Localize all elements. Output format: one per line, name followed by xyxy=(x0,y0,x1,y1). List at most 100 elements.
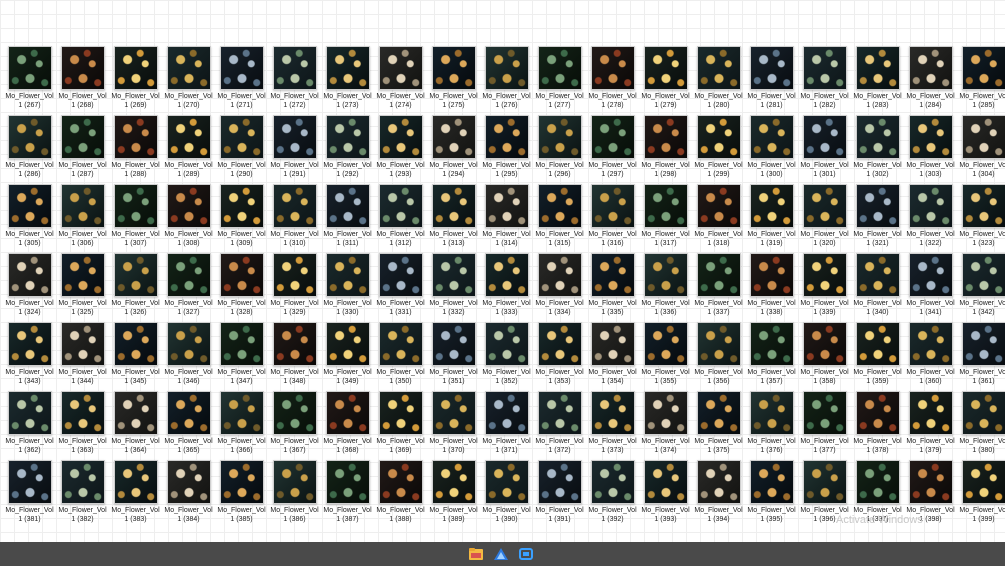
file-item[interactable]: Mo_Flower_Vol 1 (391) xyxy=(533,458,586,527)
file-item[interactable]: Mo_Flower_Vol 1 (276) xyxy=(480,44,533,113)
file-item[interactable]: Mo_Flower_Vol 1 (292) xyxy=(321,113,374,182)
file-item[interactable]: Mo_Flower_Vol 1 (344) xyxy=(56,320,109,389)
file-item[interactable]: Mo_Flower_Vol 1 (382) xyxy=(56,458,109,527)
file-item[interactable]: Mo_Flower_Vol 1 (356) xyxy=(692,320,745,389)
file-item[interactable]: Mo_Flower_Vol 1 (315) xyxy=(533,182,586,251)
file-item[interactable]: Mo_Flower_Vol 1 (364) xyxy=(109,389,162,458)
file-item[interactable]: Mo_Flower_Vol 1 (304) xyxy=(957,113,1005,182)
file-item[interactable]: Mo_Flower_Vol 1 (268) xyxy=(56,44,109,113)
file-item[interactable]: Mo_Flower_Vol 1 (313) xyxy=(427,182,480,251)
file-item[interactable]: Mo_Flower_Vol 1 (301) xyxy=(798,113,851,182)
file-item[interactable]: Mo_Flower_Vol 1 (347) xyxy=(215,320,268,389)
file-item[interactable]: Mo_Flower_Vol 1 (329) xyxy=(268,251,321,320)
file-item[interactable]: Mo_Flower_Vol 1 (286) xyxy=(3,113,56,182)
file-item[interactable]: Mo_Flower_Vol 1 (399) xyxy=(957,458,1005,527)
file-item[interactable]: Mo_Flower_Vol 1 (373) xyxy=(586,389,639,458)
file-item[interactable]: Mo_Flower_Vol 1 (320) xyxy=(798,182,851,251)
file-item[interactable]: Mo_Flower_Vol 1 (285) xyxy=(957,44,1005,113)
file-item[interactable]: Mo_Flower_Vol 1 (393) xyxy=(639,458,692,527)
file-item[interactable]: Mo_Flower_Vol 1 (384) xyxy=(162,458,215,527)
file-item[interactable]: Mo_Flower_Vol 1 (334) xyxy=(533,251,586,320)
file-item[interactable]: Mo_Flower_Vol 1 (317) xyxy=(639,182,692,251)
file-item[interactable]: Mo_Flower_Vol 1 (274) xyxy=(374,44,427,113)
file-item[interactable]: Mo_Flower_Vol 1 (351) xyxy=(427,320,480,389)
file-item[interactable]: Mo_Flower_Vol 1 (297) xyxy=(586,113,639,182)
file-item[interactable]: Mo_Flower_Vol 1 (337) xyxy=(692,251,745,320)
file-item[interactable]: Mo_Flower_Vol 1 (343) xyxy=(3,320,56,389)
file-item[interactable]: Mo_Flower_Vol 1 (316) xyxy=(586,182,639,251)
file-item[interactable]: Mo_Flower_Vol 1 (365) xyxy=(162,389,215,458)
file-item[interactable]: Mo_Flower_Vol 1 (348) xyxy=(268,320,321,389)
file-item[interactable]: Mo_Flower_Vol 1 (375) xyxy=(692,389,745,458)
file-item[interactable]: Mo_Flower_Vol 1 (360) xyxy=(904,320,957,389)
file-item[interactable]: Mo_Flower_Vol 1 (311) xyxy=(321,182,374,251)
file-item[interactable]: Mo_Flower_Vol 1 (323) xyxy=(957,182,1005,251)
file-item[interactable]: Mo_Flower_Vol 1 (369) xyxy=(374,389,427,458)
file-item[interactable]: Mo_Flower_Vol 1 (294) xyxy=(427,113,480,182)
file-item[interactable]: Mo_Flower_Vol 1 (368) xyxy=(321,389,374,458)
file-item[interactable]: Mo_Flower_Vol 1 (331) xyxy=(374,251,427,320)
file-item[interactable]: Mo_Flower_Vol 1 (273) xyxy=(321,44,374,113)
file-item[interactable]: Mo_Flower_Vol 1 (354) xyxy=(586,320,639,389)
file-item[interactable]: Mo_Flower_Vol 1 (362) xyxy=(3,389,56,458)
file-item[interactable]: Mo_Flower_Vol 1 (367) xyxy=(268,389,321,458)
file-item[interactable]: Mo_Flower_Vol 1 (359) xyxy=(851,320,904,389)
file-item[interactable]: Mo_Flower_Vol 1 (389) xyxy=(427,458,480,527)
file-item[interactable]: Mo_Flower_Vol 1 (281) xyxy=(745,44,798,113)
file-item[interactable]: Mo_Flower_Vol 1 (394) xyxy=(692,458,745,527)
file-item[interactable]: Mo_Flower_Vol 1 (371) xyxy=(480,389,533,458)
file-item[interactable]: Mo_Flower_Vol 1 (278) xyxy=(586,44,639,113)
file-item[interactable]: Mo_Flower_Vol 1 (387) xyxy=(321,458,374,527)
file-item[interactable]: Mo_Flower_Vol 1 (309) xyxy=(215,182,268,251)
file-item[interactable]: Mo_Flower_Vol 1 (341) xyxy=(904,251,957,320)
file-item[interactable]: Mo_Flower_Vol 1 (345) xyxy=(109,320,162,389)
file-item[interactable]: Mo_Flower_Vol 1 (284) xyxy=(904,44,957,113)
file-item[interactable]: Mo_Flower_Vol 1 (340) xyxy=(851,251,904,320)
file-item[interactable]: Mo_Flower_Vol 1 (383) xyxy=(109,458,162,527)
file-item[interactable]: Mo_Flower_Vol 1 (355) xyxy=(639,320,692,389)
file-item[interactable]: Mo_Flower_Vol 1 (287) xyxy=(56,113,109,182)
file-item[interactable]: Mo_Flower_Vol 1 (310) xyxy=(268,182,321,251)
screen-capture-icon[interactable] xyxy=(518,546,534,562)
file-item[interactable]: Mo_Flower_Vol 1 (377) xyxy=(798,389,851,458)
file-item[interactable]: Mo_Flower_Vol 1 (378) xyxy=(851,389,904,458)
file-item[interactable]: Mo_Flower_Vol 1 (385) xyxy=(215,458,268,527)
file-item[interactable]: Mo_Flower_Vol 1 (335) xyxy=(586,251,639,320)
file-item[interactable]: Mo_Flower_Vol 1 (342) xyxy=(957,251,1005,320)
file-item[interactable]: Mo_Flower_Vol 1 (376) xyxy=(745,389,798,458)
file-item[interactable]: Mo_Flower_Vol 1 (333) xyxy=(480,251,533,320)
file-item[interactable]: Mo_Flower_Vol 1 (293) xyxy=(374,113,427,182)
file-item[interactable]: Mo_Flower_Vol 1 (282) xyxy=(798,44,851,113)
file-item[interactable]: Mo_Flower_Vol 1 (307) xyxy=(109,182,162,251)
file-item[interactable]: Mo_Flower_Vol 1 (370) xyxy=(427,389,480,458)
file-item[interactable]: Mo_Flower_Vol 1 (374) xyxy=(639,389,692,458)
file-item[interactable]: Mo_Flower_Vol 1 (299) xyxy=(692,113,745,182)
file-item[interactable]: Mo_Flower_Vol 1 (380) xyxy=(957,389,1005,458)
file-item[interactable]: Mo_Flower_Vol 1 (288) xyxy=(109,113,162,182)
file-item[interactable]: Mo_Flower_Vol 1 (381) xyxy=(3,458,56,527)
file-item[interactable]: Mo_Flower_Vol 1 (322) xyxy=(904,182,957,251)
file-item[interactable]: Mo_Flower_Vol 1 (270) xyxy=(162,44,215,113)
file-item[interactable]: Mo_Flower_Vol 1 (296) xyxy=(533,113,586,182)
file-item[interactable]: Mo_Flower_Vol 1 (271) xyxy=(215,44,268,113)
file-item[interactable]: Mo_Flower_Vol 1 (277) xyxy=(533,44,586,113)
file-item[interactable]: Mo_Flower_Vol 1 (326) xyxy=(109,251,162,320)
file-item[interactable]: Mo_Flower_Vol 1 (269) xyxy=(109,44,162,113)
file-item[interactable]: Mo_Flower_Vol 1 (303) xyxy=(904,113,957,182)
file-item[interactable]: Mo_Flower_Vol 1 (279) xyxy=(639,44,692,113)
file-item[interactable]: Mo_Flower_Vol 1 (295) xyxy=(480,113,533,182)
file-item[interactable]: Mo_Flower_Vol 1 (283) xyxy=(851,44,904,113)
file-explorer-icon[interactable] xyxy=(468,546,484,562)
file-item[interactable]: Mo_Flower_Vol 1 (312) xyxy=(374,182,427,251)
file-item[interactable]: Mo_Flower_Vol 1 (358) xyxy=(798,320,851,389)
file-item[interactable]: Mo_Flower_Vol 1 (275) xyxy=(427,44,480,113)
file-item[interactable]: Mo_Flower_Vol 1 (327) xyxy=(162,251,215,320)
file-item[interactable]: Mo_Flower_Vol 1 (352) xyxy=(480,320,533,389)
file-item[interactable]: Mo_Flower_Vol 1 (363) xyxy=(56,389,109,458)
file-item[interactable]: Mo_Flower_Vol 1 (318) xyxy=(692,182,745,251)
file-item[interactable]: Mo_Flower_Vol 1 (379) xyxy=(904,389,957,458)
file-item[interactable]: Mo_Flower_Vol 1 (289) xyxy=(162,113,215,182)
file-item[interactable]: Mo_Flower_Vol 1 (349) xyxy=(321,320,374,389)
file-item[interactable]: Mo_Flower_Vol 1 (361) xyxy=(957,320,1005,389)
file-item[interactable]: Mo_Flower_Vol 1 (330) xyxy=(321,251,374,320)
